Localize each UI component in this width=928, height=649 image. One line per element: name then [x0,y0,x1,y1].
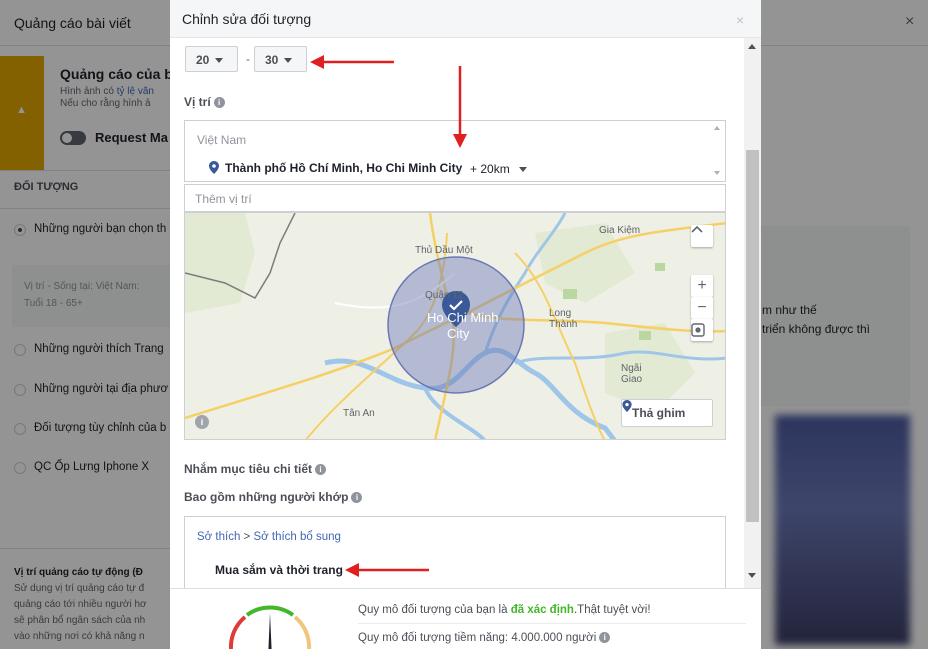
location-city[interactable]: Thành phố Hồ Chí Minh, Ho Chi Minh City [225,161,462,175]
radius-dropdown[interactable]: + 20km [470,162,527,176]
chevron-up-icon [691,225,703,233]
age-min-dropdown[interactable]: 20 [185,46,238,72]
zoom-in-button[interactable]: + [691,275,713,297]
age-max-dropdown[interactable]: 30 [254,46,307,72]
map-label: Thủ Dầu Một [415,245,473,256]
map-label: Quận 12 [425,290,464,301]
zoom-out-button[interactable]: − [691,297,713,319]
audience-size-footer: Quy mô đối tượng của bạn là đã xác định.… [170,588,761,649]
audience-size-status: Quy mô đối tượng của bạn là đã xác định.… [358,604,651,616]
map-collapse-button[interactable] [691,225,713,247]
scroll-up-icon[interactable] [714,126,720,130]
location-pin-icon [209,161,219,174]
map-label: Tân An [343,408,375,419]
potential-reach: Quy mô đối tượng tiềm năng: 4.000.000 ng… [358,632,611,644]
info-icon[interactable]: i [213,97,225,109]
interest-child-link[interactable]: Sở thích bổ sung [253,531,340,543]
location-label: Vị trí i [184,95,225,109]
scroll-thumb[interactable] [746,150,759,522]
annotation-arrow [453,66,467,148]
map-info-icon[interactable]: i [195,415,209,429]
pin-icon [622,400,632,412]
info-icon[interactable]: i [351,492,363,504]
scroll-down-icon[interactable] [714,171,720,175]
map-label: Gia Kiệm [599,225,641,236]
annotation-arrow [310,55,394,69]
drop-pin-label: Thả ghim [632,406,686,420]
detailed-targeting-text: Nhắm mục tiêu chi tiết [184,462,313,476]
include-label-text: Bao gồm những người khớp [184,490,349,504]
map-label: Giao [621,374,643,385]
audience-size-defined: đã xác định [510,604,574,616]
modal-title: Chỉnh sửa đối tượng [182,11,312,27]
audience-size-prefix: Quy mô đối tượng của bạn là [358,604,511,616]
potential-reach-text: Quy mô đối tượng tiềm năng: 4.000.000 ng… [358,632,597,644]
drop-pin-button[interactable]: Thả ghim [621,399,713,427]
scroll-up-icon[interactable] [748,44,756,49]
close-icon[interactable]: × [736,12,744,28]
interest-breadcrumb: Sở thích > Sở thích bổ sung [197,531,341,543]
map-label: Thành [549,319,578,330]
location-country: Việt Nam [197,133,247,147]
audience-size-suffix: .Thật tuyệt vời! [573,604,651,616]
scroll-down-icon[interactable] [748,573,756,578]
chevron-down-icon [284,58,293,64]
map-label: Ngãi [621,363,642,374]
age-min-value: 20 [196,53,210,67]
map-label-city: City [447,326,470,341]
radius-value: + 20km [470,162,510,176]
divider [358,623,746,624]
interest-item[interactable]: Mua sắm và thời trang [215,563,343,577]
location-scrollbar[interactable] [709,121,726,181]
info-icon[interactable]: i [599,632,611,644]
interest-root-link[interactable]: Sở thích [197,531,240,543]
detailed-targeting-label: Nhắm mục tiêu chi tiết i [184,462,327,476]
age-max-value: 30 [265,53,279,67]
detailed-targeting-box: Sở thích > Sở thích bổ sung Mua sắm và t… [184,516,726,596]
location-label-text: Vị trí [184,95,211,109]
info-icon[interactable]: i [315,464,327,476]
map-label-city: Ho Chi Minh [427,310,499,325]
add-location-input[interactable]: Thêm vị trí [184,184,726,212]
chevron-down-icon [518,167,527,173]
target-icon [691,323,705,337]
modal-scrollbar[interactable] [744,38,761,588]
location-map[interactable]: Thủ Dầu Một Gia Kiệm Quận 12 Ho Chi Minh… [184,212,726,440]
modal-header: Chỉnh sửa đối tượng × [170,0,761,38]
include-label: Bao gồm những người khớp i [184,490,363,504]
age-separator: - [246,52,250,66]
breadcrumb-separator: > [243,531,251,543]
annotation-arrow [345,563,429,577]
map-label: Long [549,308,572,319]
audience-gauge [228,605,312,649]
chevron-down-icon [215,58,224,64]
locate-button[interactable] [691,319,713,341]
